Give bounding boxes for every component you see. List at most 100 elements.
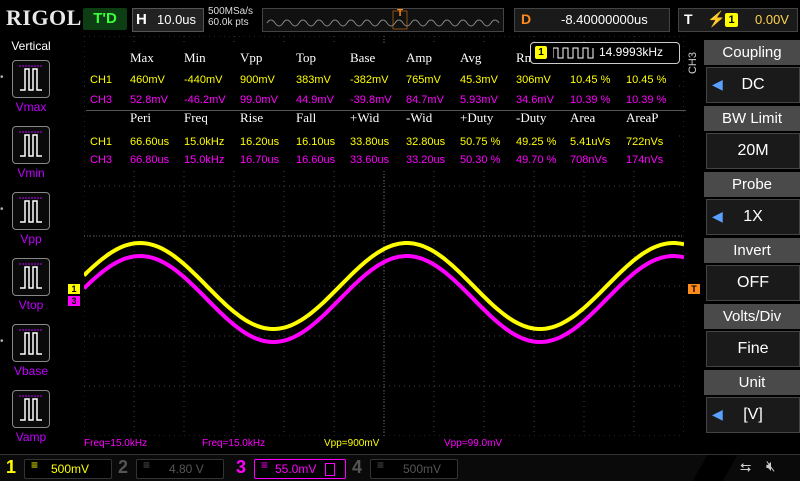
menu-title-probe: Probe xyxy=(704,172,800,197)
measure-value-cell: 33.80us xyxy=(350,136,390,148)
vmax-icon xyxy=(19,65,43,91)
page-dot-icon: • xyxy=(0,336,4,347)
delay-box[interactable]: D -8.40000000us xyxy=(514,8,670,32)
memory-waveform-overview: T xyxy=(262,8,504,32)
measure-value-cell: 50.30 % xyxy=(460,154,501,166)
cycle-arrow-icon: ◀ xyxy=(712,76,723,92)
delay-value: -8.40000000us xyxy=(561,12,648,27)
measure-label: Vmin xyxy=(17,166,45,180)
vmin-measure-button[interactable] xyxy=(12,126,50,164)
trigger-label: T xyxy=(684,11,693,27)
trigger-status-badge: T'D xyxy=(83,8,127,30)
measure-header-cell: Min xyxy=(184,50,206,65)
measure-label: Vtop xyxy=(18,298,44,312)
measure-value-cell: 32.80us xyxy=(406,136,446,148)
measure-value-cell: 84.7mV xyxy=(406,94,444,106)
measure-header-cell: Avg xyxy=(460,50,482,65)
stat-item: Freq=15.0kHz xyxy=(84,438,148,449)
rising-edge-icon: ⚡ xyxy=(707,11,726,28)
measure-header-cell: Vpp xyxy=(240,50,263,65)
measure-value-cell: -382mV xyxy=(350,74,389,86)
bar-separator xyxy=(692,455,738,481)
ch3-coupling-icon: ≡ xyxy=(261,458,269,472)
vtop-icon xyxy=(19,263,43,289)
menu-option-invert[interactable]: OFF xyxy=(706,265,800,301)
ch4-scale-box[interactable]: ≡ 500mV xyxy=(370,458,458,479)
measure-value-cell: 16.20us xyxy=(240,136,280,148)
measure-value-cell: 49.70 % xyxy=(516,154,557,166)
ch3-offset-marker[interactable]: 3 xyxy=(68,296,80,306)
measure-value-cell: 33.20us xyxy=(406,154,446,166)
ch3-number[interactable]: 3 xyxy=(236,457,246,478)
speaker-mute-icon[interactable]: 🔇︎ xyxy=(766,458,775,475)
measure-value-cell: 15.0kHz xyxy=(184,136,225,148)
measure-value-cell: 5.93mV xyxy=(460,94,498,106)
measure-header-cell: Max xyxy=(130,50,154,65)
measure-value-cell: -46.2mV xyxy=(184,94,226,106)
ch1-scale-box[interactable]: ≡ 500mV xyxy=(24,458,112,479)
measure-row-channel: CH1 xyxy=(90,136,113,148)
timebase-box[interactable]: H 10.0us xyxy=(132,8,204,32)
sample-rate: 500MSa/s xyxy=(208,6,254,17)
memory-depth: 60.0k pts xyxy=(208,17,249,28)
measure-header-cell: Base xyxy=(350,50,376,65)
frequency-counter-value: 14.9993kHz xyxy=(599,45,664,59)
measure-value-cell: 174nVs xyxy=(626,154,664,166)
horizontal-label: H xyxy=(136,11,147,28)
ch4-number[interactable]: 4 xyxy=(352,457,362,478)
timebase-value: 10.0us xyxy=(157,12,197,27)
measure-value-cell: 66.60us xyxy=(130,136,170,148)
ch2-number[interactable]: 2 xyxy=(118,457,128,478)
cycle-arrow-icon: ◀ xyxy=(712,406,723,422)
frequency-counter: 1 14.9993kHz xyxy=(530,42,680,64)
vbase-measure-button[interactable] xyxy=(12,324,50,362)
trigger-level: 0.00V xyxy=(755,12,789,27)
ch2-scale-box[interactable]: ≡ 4.80 V xyxy=(136,458,224,479)
measure-value-cell: -440mV xyxy=(184,74,223,86)
vpp-measure-button[interactable] xyxy=(12,192,50,230)
menu-title-unit: Unit xyxy=(704,370,800,395)
vamp-measure-button[interactable] xyxy=(12,390,50,428)
measure-label: Vamp xyxy=(15,430,47,444)
page-dot-icon: • xyxy=(0,204,4,215)
measure-header-cell: -Duty xyxy=(516,110,547,125)
measure-value-cell: 306mV xyxy=(516,74,551,86)
measure-header-cell: Peri xyxy=(130,110,151,125)
ch3-scale-box[interactable]: ≡ 55.0mV xyxy=(254,458,346,479)
measure-value-cell: 15.0kHz xyxy=(184,154,225,166)
measure-value-row: CH3 66.80us 15.0kHz 16.70us 16.60us 33.60us 33… xyxy=(86,154,686,172)
measure-row-channel: CH1 xyxy=(90,74,113,86)
menu-title-volts-div: Volts/Div xyxy=(704,304,800,329)
active-channel-label: CH3 xyxy=(687,52,699,75)
measure-value-cell: 16.10us xyxy=(296,136,336,148)
measure-value-cell: 33.60us xyxy=(350,154,390,166)
measure-value-cell: 10.45 % xyxy=(570,74,611,86)
menu-option-bw-limit[interactable]: 20M xyxy=(706,133,800,169)
trigger-position-marker: T xyxy=(397,8,404,19)
measure-value-cell: 460mV xyxy=(130,74,165,86)
ch1-number[interactable]: 1 xyxy=(6,457,16,478)
channel-menu-panel: Coupling DC ◀ BW Limit 20M Probe 1X ◀ Invert OFF V… xyxy=(704,36,800,454)
trigger-level-marker[interactable]: T xyxy=(688,284,700,294)
measure-header-cell: Amp xyxy=(406,50,432,65)
frequency-counter-channel: 1 xyxy=(535,46,547,59)
measure-header-cell: +Wid xyxy=(350,110,380,125)
measure-value-cell: 49.25 % xyxy=(516,136,557,148)
quick-stats-bar: Freq=15.0kHz Freq=15.0kHz Vpp=900mV Vpp=… xyxy=(84,438,684,452)
ch1-coupling-icon: ≡ xyxy=(31,458,39,472)
measure-row-channel: CH3 xyxy=(90,154,113,166)
ch2-coupling-icon: ≡ xyxy=(143,458,151,472)
vtop-measure-button[interactable] xyxy=(12,258,50,296)
acquisition-info: 500MSa/s 60.0k pts xyxy=(208,6,253,28)
vmax-measure-button[interactable] xyxy=(12,60,50,98)
measure-header-row: Peri Freq Rise Fall +Wid -Wid +Duty -Duty Area Ar… xyxy=(86,110,686,128)
measure-value-cell: 44.9mV xyxy=(296,94,334,106)
ch1-offset-marker[interactable]: 1 xyxy=(68,284,80,294)
menu-option-volts-div[interactable]: Fine xyxy=(706,331,800,367)
ch1-scale: 500mV xyxy=(51,462,90,476)
measure-row-channel: CH3 xyxy=(90,94,113,106)
stat-item: Vpp=99.0mV xyxy=(444,438,503,449)
trigger-box[interactable]: T ⚡ 1 0.00V xyxy=(678,8,798,32)
measure-value-cell: -39.8mV xyxy=(350,94,392,106)
measure-label: Vbase xyxy=(13,364,49,378)
